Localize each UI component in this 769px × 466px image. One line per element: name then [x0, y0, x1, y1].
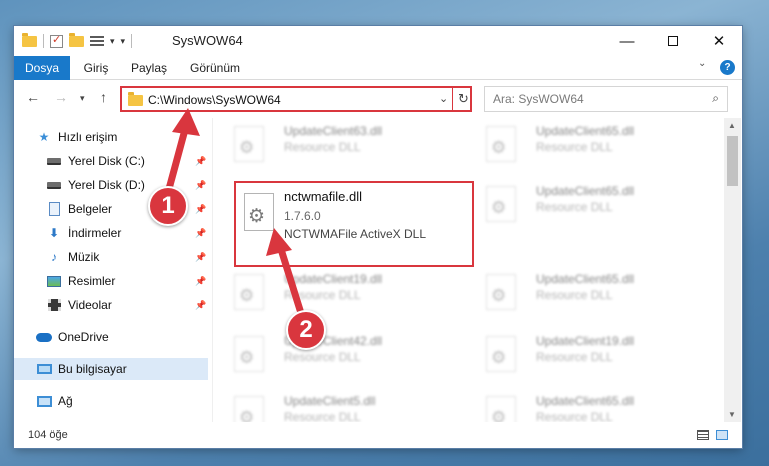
arrow-head-address-bar: [172, 108, 200, 136]
step-badge-2: 2: [286, 310, 326, 350]
annotation-arrows: [162, 108, 304, 314]
arrow-to-file: [276, 242, 304, 314]
arrow-head-file: [266, 228, 292, 256]
step-badge-1: 1: [148, 186, 188, 226]
